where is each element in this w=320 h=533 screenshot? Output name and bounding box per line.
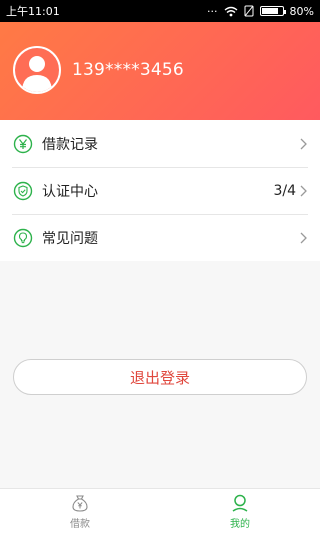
yen-circle-icon [12, 133, 34, 155]
menu-item-faq[interactable]: 常见问题 [0, 214, 320, 261]
menu-item-label: 借款记录 [42, 136, 98, 153]
shield-check-icon [12, 180, 34, 202]
profile-header: 139****3456 [0, 22, 320, 120]
chevron-right-icon [300, 138, 307, 149]
user-icon [232, 494, 248, 512]
more-dots-icon: ··· [207, 4, 218, 18]
tab-mine[interactable]: 我的 [160, 489, 320, 533]
menu-item-label: 认证中心 [42, 183, 98, 200]
wifi-icon [224, 6, 237, 16]
logout-button[interactable]: 退出登录 [13, 359, 307, 395]
status-right: ··· 80% [207, 5, 314, 18]
battery-percent: 80% [289, 4, 314, 18]
tab-label: 借款 [70, 518, 90, 530]
menu-list: 借款记录 认证中心 3/4 常见问题 [0, 120, 320, 261]
tab-loan[interactable]: 借款 [0, 489, 160, 533]
verification-progress: 3/4 [273, 182, 296, 199]
money-bag-icon [72, 494, 88, 512]
avatar[interactable] [13, 46, 61, 94]
battery-icon [259, 6, 286, 16]
menu-item-label: 常见问题 [42, 230, 98, 247]
chevron-right-icon [300, 185, 307, 196]
tab-label: 我的 [230, 518, 250, 530]
menu-item-loan-records[interactable]: 借款记录 [0, 120, 320, 167]
bottom-tab-bar: 借款 我的 [0, 488, 320, 533]
status-bar: 上午11:01 ··· 80% [0, 0, 320, 22]
default-user-avatar-icon [22, 56, 52, 92]
user-phone: 139****3456 [72, 60, 184, 80]
chevron-right-icon [300, 232, 307, 243]
lightbulb-icon [12, 227, 34, 249]
menu-item-verification-center[interactable]: 认证中心 3/4 [0, 167, 320, 214]
no-sim-icon [244, 5, 254, 17]
status-time: 上午11:01 [6, 5, 60, 18]
